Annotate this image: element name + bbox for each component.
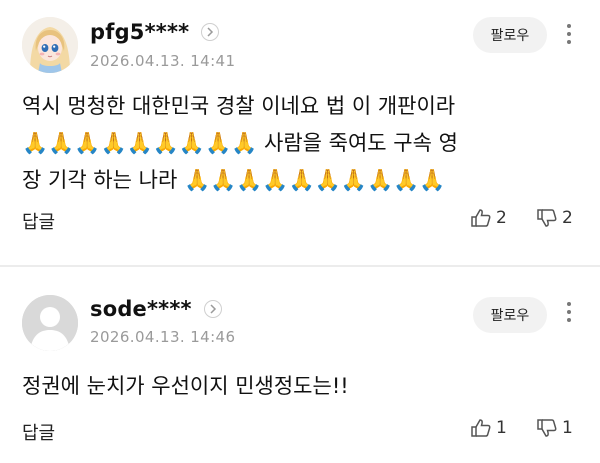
comment-text: 정권에 눈치가 우선이지 민생정도는!!	[22, 368, 578, 405]
comment-line: 정권에 눈치가 우선이지 민생정도는!!	[22, 374, 349, 398]
thumbs-down-icon	[537, 209, 557, 227]
more-vertical-icon[interactable]	[561, 296, 577, 328]
follow-button[interactable]: 팔로우	[473, 17, 547, 53]
nickname[interactable]: pfg5****	[90, 20, 189, 44]
reply-button[interactable]: 답글	[22, 419, 55, 445]
dislike-count: 2	[562, 208, 573, 228]
timestamp: 2026.04.13. 14:46	[90, 328, 236, 346]
dislike-button[interactable]: 1	[536, 418, 573, 438]
dislike-button[interactable]: 2	[536, 208, 573, 228]
chevron-right-icon[interactable]	[203, 300, 222, 318]
comment-item: pfg5**** 2026.04.13. 14:41 팔로우 역시 멍청한 대한…	[0, 0, 600, 266]
comment-line: 장 기각 하는 나라 🙏🙏🙏🙏🙏🙏🙏🙏🙏🙏	[22, 168, 446, 192]
comment-item: sode**** 2026.04.13. 14:46 팔로우 정권에 눈치가 우…	[0, 267, 600, 463]
thumbs-down-icon	[537, 419, 557, 437]
avatar-illustration	[22, 17, 78, 73]
comment-line: 역시 멍청한 대한민국 경찰 이네요 법 이 개판이라	[22, 94, 456, 118]
comment-line: 🙏🙏🙏🙏🙏🙏🙏🙏🙏 사람을 죽여도 구속 영	[22, 131, 458, 155]
nickname[interactable]: sode****	[90, 297, 192, 321]
timestamp: 2026.04.13. 14:41	[90, 52, 236, 70]
like-button[interactable]: 1	[470, 418, 507, 438]
avatar[interactable]	[22, 295, 78, 351]
dislike-count: 1	[562, 418, 573, 438]
reply-button[interactable]: 답글	[22, 208, 55, 234]
author-row: pfg5****	[90, 18, 220, 46]
default-avatar-icon	[22, 295, 78, 351]
thumbs-up-icon	[471, 209, 491, 227]
avatar[interactable]	[22, 17, 78, 73]
thumbs-up-icon	[471, 419, 491, 437]
follow-button[interactable]: 팔로우	[473, 297, 547, 333]
like-button[interactable]: 2	[470, 208, 507, 228]
like-count: 1	[496, 418, 507, 438]
like-count: 2	[496, 208, 507, 228]
comment-text: 역시 멍청한 대한민국 경찰 이네요 법 이 개판이라 🙏🙏🙏🙏🙏🙏🙏🙏🙏 사람…	[22, 88, 578, 199]
chevron-right-icon[interactable]	[201, 23, 220, 41]
author-row: sode****	[90, 295, 222, 323]
more-vertical-icon[interactable]	[561, 18, 577, 50]
